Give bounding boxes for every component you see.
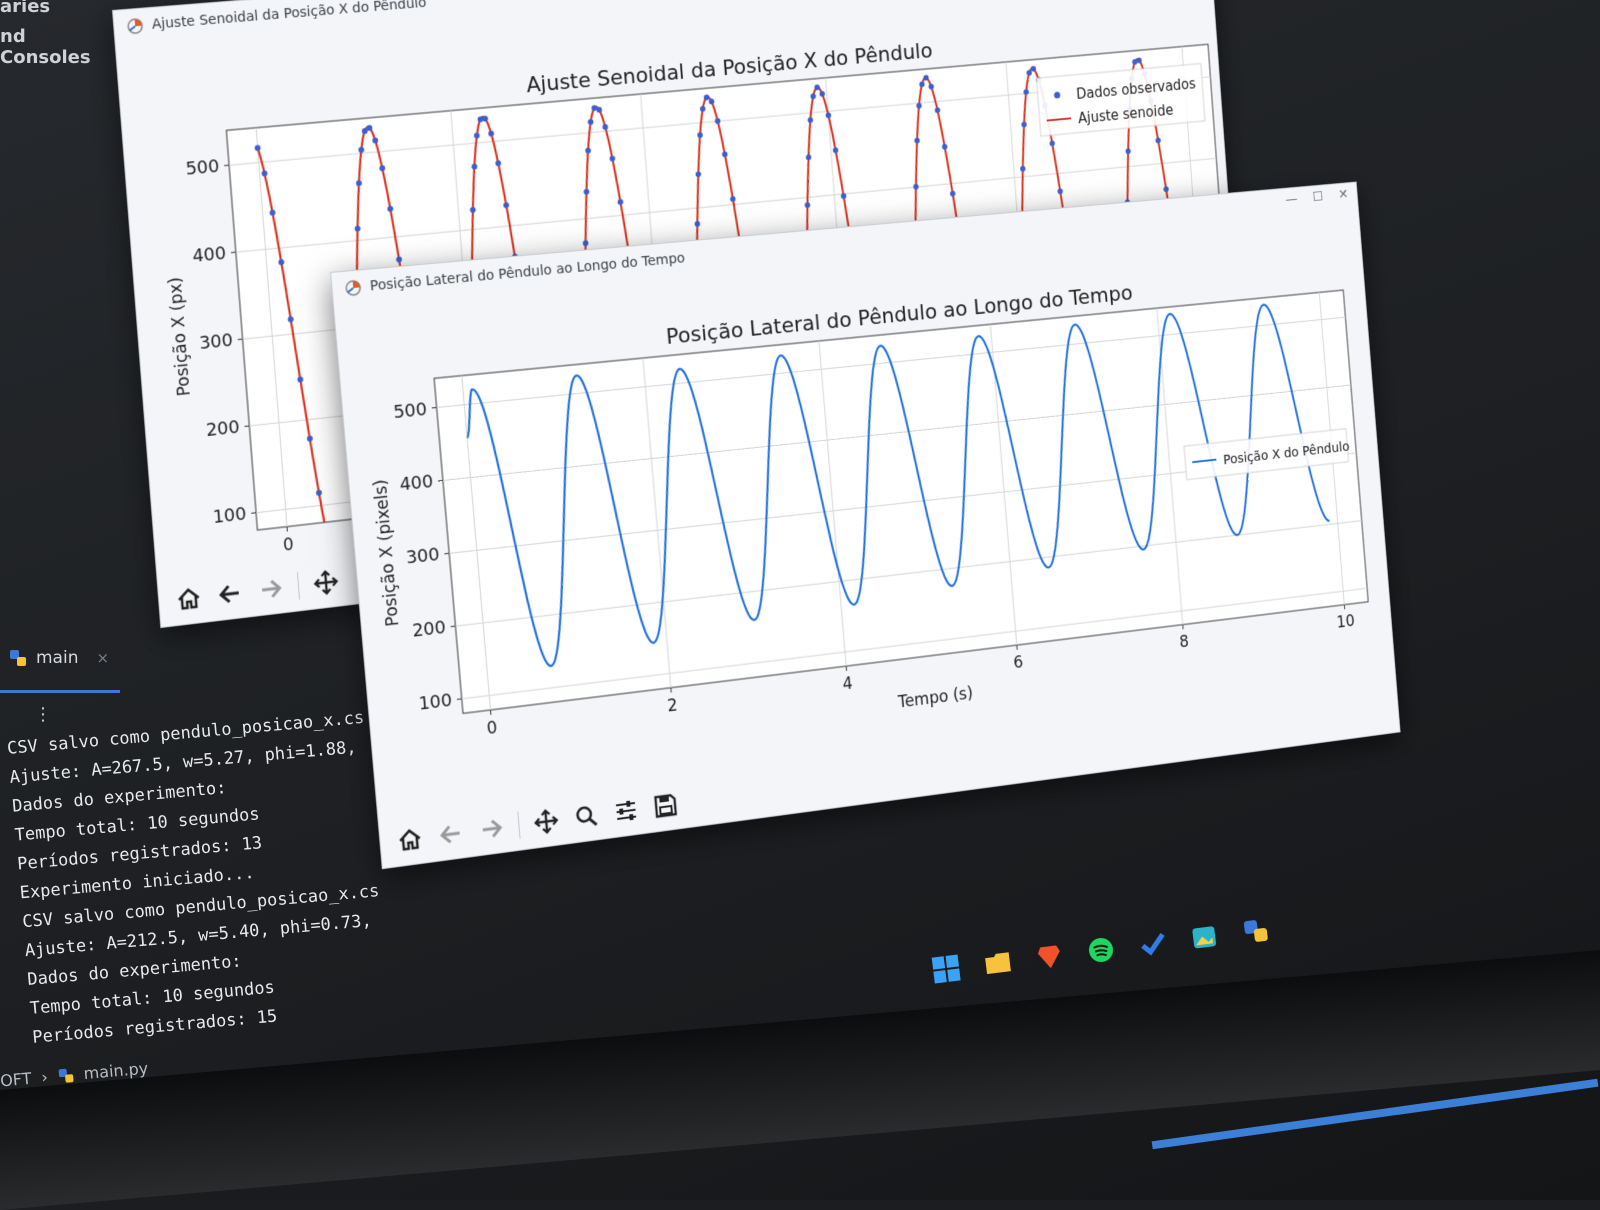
toolbar-separator bbox=[517, 811, 520, 839]
ide-sidebar: aries nd Consoles bbox=[0, 0, 110, 80]
toolbar-separator bbox=[297, 572, 300, 600]
x-tick-label: 0 bbox=[486, 717, 498, 738]
data-point bbox=[324, 535, 330, 542]
console-tab-main[interactable]: main × bbox=[8, 648, 109, 668]
x-axis-label: Tempo (s) bbox=[896, 683, 973, 712]
y-tick-label: 400 bbox=[399, 472, 434, 496]
plot-area bbox=[434, 290, 1368, 713]
python-file-icon bbox=[57, 1067, 74, 1084]
sidebar-item[interactable]: aries bbox=[0, 0, 50, 17]
chevron-right-icon: › bbox=[41, 1067, 49, 1086]
console-tab-label: main bbox=[36, 648, 78, 668]
x-tick-label: 2 bbox=[666, 695, 678, 716]
y-tick bbox=[451, 626, 456, 627]
y-axis-label: Posição X (px) bbox=[165, 276, 194, 397]
y-tick-label: 500 bbox=[185, 156, 220, 180]
y-tick-label: 300 bbox=[198, 330, 233, 354]
home-icon[interactable] bbox=[174, 583, 204, 614]
y-tick bbox=[444, 553, 449, 554]
todo-icon[interactable] bbox=[1136, 927, 1169, 960]
close-icon[interactable]: × bbox=[96, 649, 109, 667]
save-icon[interactable] bbox=[651, 790, 680, 821]
pan-icon[interactable] bbox=[532, 806, 561, 837]
x-tick-label: 0 bbox=[282, 534, 294, 555]
y-tick-label: 100 bbox=[212, 504, 247, 529]
y-tick-label: 400 bbox=[192, 243, 227, 267]
y-tick-label: 200 bbox=[205, 417, 240, 441]
matplotlib-icon bbox=[344, 278, 363, 297]
python-icon bbox=[8, 648, 28, 668]
y-tick bbox=[251, 513, 256, 514]
sidebar-item[interactable]: nd Consoles bbox=[0, 26, 110, 68]
x-tick-label: 8 bbox=[1179, 631, 1190, 651]
forward-icon[interactable] bbox=[256, 574, 285, 605]
back-icon[interactable] bbox=[436, 819, 466, 850]
minimize-button[interactable]: — bbox=[1285, 191, 1298, 207]
forward-icon[interactable] bbox=[477, 813, 506, 844]
spotify-icon[interactable] bbox=[1084, 933, 1117, 966]
configure-icon[interactable] bbox=[612, 796, 641, 827]
maximize-button[interactable]: ☐ bbox=[1312, 189, 1324, 205]
image-app-icon[interactable] bbox=[1188, 921, 1221, 954]
console-output: CSV salvo como pendulo_posicao_x.cs Ajus… bbox=[6, 704, 391, 1053]
x-tick-label: 4 bbox=[842, 673, 853, 693]
close-button[interactable]: ✕ bbox=[1338, 187, 1349, 203]
y-tick bbox=[457, 699, 462, 700]
windows-start-icon[interactable] bbox=[929, 952, 962, 985]
pan-icon[interactable] bbox=[311, 567, 340, 598]
x-tick-label: 10 bbox=[1336, 611, 1356, 632]
y-tick bbox=[438, 480, 443, 481]
y-tick-label: 100 bbox=[418, 690, 453, 715]
y-tick-label: 500 bbox=[392, 399, 427, 423]
python-icon[interactable] bbox=[1239, 914, 1272, 947]
back-icon[interactable] bbox=[215, 578, 244, 609]
zoom-icon[interactable] bbox=[572, 801, 601, 832]
active-tab-indicator bbox=[0, 690, 120, 693]
brave-icon[interactable] bbox=[1033, 940, 1066, 973]
y-axis-label: Posição X (pixels) bbox=[370, 478, 402, 627]
matplotlib-icon bbox=[126, 17, 145, 36]
file-explorer-icon[interactable] bbox=[981, 946, 1014, 979]
x-tick-label: 6 bbox=[1013, 652, 1024, 672]
y-tick bbox=[244, 426, 249, 427]
more-options-icon[interactable]: ⋮ bbox=[34, 704, 52, 725]
y-tick-label: 300 bbox=[405, 544, 440, 569]
y-tick-label: 200 bbox=[411, 617, 446, 642]
home-icon[interactable] bbox=[395, 824, 425, 855]
